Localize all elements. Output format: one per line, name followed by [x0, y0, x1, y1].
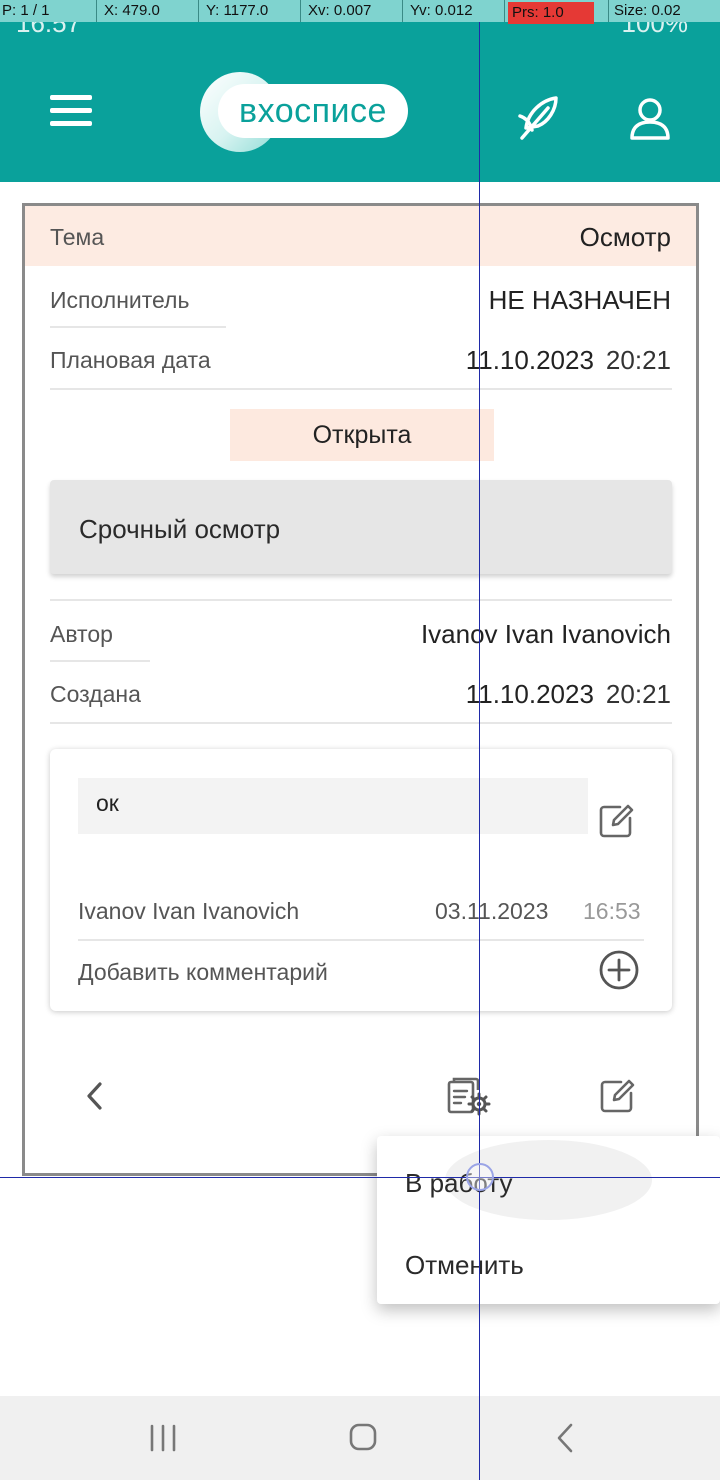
pointer-crosshair-horizontal	[0, 1177, 720, 1178]
debug-x: X: 479.0	[104, 2, 160, 19]
divider	[50, 660, 150, 662]
edit-comment-icon[interactable]	[598, 801, 636, 839]
home-icon[interactable]	[348, 1422, 378, 1452]
profile-icon[interactable]	[622, 92, 678, 148]
debug-pointer: P: 1 / 1	[2, 2, 50, 19]
description-box: Срочный осмотр	[50, 480, 672, 574]
created-time: 20:21	[605, 679, 671, 709]
actions-popup-menu: В работу Отменить	[377, 1136, 720, 1304]
topic-label: Тема	[50, 224, 105, 250]
feather-icon[interactable]	[512, 92, 566, 146]
divider	[78, 939, 644, 941]
topic-row: Тема Осмотр	[25, 206, 696, 266]
add-circle-icon[interactable]	[598, 949, 640, 991]
app-logo: вхосписе	[200, 72, 410, 152]
add-comment-label[interactable]: Добавить комментарий	[78, 959, 328, 986]
created-value: 11.10.2023 20:21	[466, 679, 671, 710]
planned-date-value[interactable]: 11.10.2023 20:21	[466, 345, 671, 376]
menu-item-take-to-work[interactable]: В работу	[405, 1168, 512, 1199]
debug-y: Y: 1177.0	[206, 2, 269, 19]
pointer-location-overlay: P: 1 / 1 X: 479.0 Y: 1177.0 Xv: 0.007 Yv…	[0, 0, 720, 24]
pointer-crosshair-vertical	[479, 0, 480, 1480]
recent-apps-icon[interactable]	[148, 1424, 178, 1452]
created-date: 11.10.2023	[465, 679, 594, 709]
debug-xv: Xv: 0.007	[308, 2, 372, 19]
created-label: Создана	[50, 681, 141, 707]
planned-date-label: Плановая дата	[50, 347, 211, 373]
system-navigation-bar	[0, 1396, 720, 1480]
planned-date: 11.10.2023	[465, 345, 594, 375]
debug-yv: Yv: 0.012	[410, 2, 473, 19]
menu-item-cancel[interactable]: Отменить	[405, 1250, 524, 1281]
document-settings-icon[interactable]	[445, 1076, 491, 1118]
comment-time: 16:53	[583, 898, 641, 924]
topic-value: Осмотр	[579, 222, 671, 252]
divider	[50, 326, 226, 328]
comment-bubble: ок	[78, 778, 588, 834]
assignee-label: Исполнитель	[50, 287, 190, 313]
comment-text: ок	[96, 790, 119, 816]
assignee-value[interactable]: НЕ НАЗНАЧЕН	[489, 285, 671, 316]
comments-card: ок Ivanov Ivan Ivanovich 03.11.2023 16:5…	[50, 749, 672, 1011]
comment-date: 03.11.2023	[435, 898, 549, 924]
description-text: Срочный осмотр	[79, 514, 281, 544]
system-back-icon[interactable]	[553, 1422, 577, 1454]
author-value: Ivanov Ivan Ivanovich	[420, 619, 671, 649]
debug-size: Size: 0.02	[614, 2, 681, 19]
touch-point-indicator	[466, 1163, 494, 1191]
task-card: Тема Осмотр Исполнитель НЕ НАЗНАЧЕН План…	[22, 203, 699, 1176]
debug-pressure: Prs: 1.0	[508, 2, 594, 24]
author-label: Автор	[50, 621, 113, 647]
app-bar: вхосписе	[0, 40, 720, 182]
divider	[50, 599, 672, 601]
back-chevron-icon[interactable]	[80, 1078, 110, 1114]
logo-text: вхосписе	[218, 84, 408, 138]
divider	[50, 722, 672, 724]
divider	[50, 388, 672, 390]
comment-author: Ivanov Ivan Ivanovich	[78, 898, 300, 924]
hamburger-menu-icon[interactable]	[50, 95, 92, 129]
edit-task-icon[interactable]	[599, 1076, 637, 1114]
status-badge: Открыта	[230, 409, 494, 461]
planned-time: 20:21	[605, 345, 671, 375]
